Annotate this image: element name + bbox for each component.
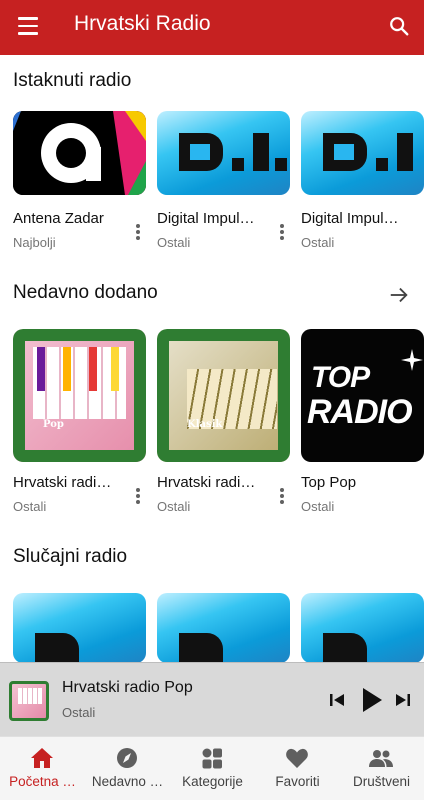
station-category: Ostali [13,499,47,514]
app-bar: Hrvatski Radio [0,0,424,55]
logo-text-bottom: RADIO [307,393,413,431]
menu-icon[interactable] [18,17,40,35]
skip-next-icon[interactable] [395,692,411,708]
station-name: Digital Impul… [157,210,255,227]
station-name: Hrvatski radi… [157,474,256,491]
station-name: Digital Impul… [301,210,399,227]
mini-player[interactable]: Hrvatski radio Pop Ostali [0,662,424,736]
more-vert-icon[interactable] [135,223,141,241]
nav-item-social[interactable]: Društveni [339,737,424,800]
station-card[interactable] [13,593,146,663]
nav-item-home[interactable]: Početna … [0,737,85,800]
nav-label: Društveni [352,774,411,789]
station-logo [157,593,290,663]
station-category: Ostali [157,235,191,250]
station-tag: Klasik [187,419,223,430]
station-category: Najbolji [13,235,56,250]
arrow-right-icon[interactable] [388,284,410,306]
nav-item-recent[interactable]: Nedavno … [85,737,170,800]
more-vert-icon[interactable] [279,223,285,241]
nav-label: Nedavno … [91,774,164,789]
player-subtitle: Ostali [62,705,96,720]
more-vert-icon[interactable] [135,487,141,505]
station-logo: Pop [13,329,146,462]
nav-label: Kategorije [182,774,243,789]
skip-previous-icon[interactable] [329,692,345,708]
compass-icon [117,748,137,768]
station-tag: Pop [43,419,64,430]
station-logo: Klasik [157,329,290,462]
station-logo [13,593,146,663]
station-category: Ostali [301,499,335,514]
search-icon[interactable] [388,15,410,37]
home-icon [31,748,53,768]
station-card[interactable] [157,593,290,663]
station-logo [301,111,424,195]
nav-item-favorites[interactable]: Favoriti [255,737,340,800]
station-card[interactable]: Digital Impul… Ostali [301,111,424,250]
grid-icon [202,748,222,769]
nav-label: Početna … [9,774,76,789]
station-logo: TOP RADIO [301,329,424,462]
nav-item-categories[interactable]: Kategorije [170,737,255,800]
section-title-random: Slučajni radio [13,546,128,567]
station-logo [157,111,290,195]
bottom-navigation: Početna … Nedavno … Kategorije Favoriti … [0,736,424,800]
nav-label: Favoriti [275,774,320,789]
station-card[interactable] [301,593,424,663]
station-logo [13,111,146,195]
station-logo [301,593,424,663]
station-card[interactable]: TOP RADIO Top Pop Ostali [301,329,424,514]
player-artwork [9,681,49,721]
station-card[interactable]: Antena Zadar Najbolji [13,111,146,250]
station-name: Antena Zadar [13,210,104,227]
station-card[interactable]: Pop Hrvatski radi… Ostali [13,329,146,514]
play-icon[interactable] [360,687,384,713]
heart-icon [286,748,308,768]
station-card[interactable]: Digital Impul… Ostali [157,111,290,250]
star-icon [401,349,423,371]
station-card[interactable]: Klasik Hrvatski radi… Ostali [157,329,290,514]
section-title-featured: Istaknuti radio [13,70,132,91]
logo-text-top: TOP [311,361,370,394]
player-title: Hrvatski radio Pop [62,679,193,696]
people-icon [369,750,393,767]
more-vert-icon[interactable] [279,487,285,505]
station-category: Ostali [301,235,335,250]
app-title: Hrvatski Radio [74,12,211,35]
station-category: Ostali [157,499,191,514]
station-name: Top Pop [301,474,357,491]
station-name: Hrvatski radi… [13,474,112,491]
section-title-recent: Nedavno dodano [13,282,158,303]
